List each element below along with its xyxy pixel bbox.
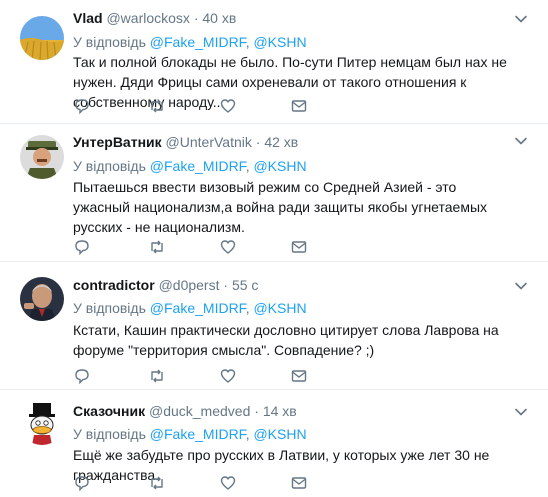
separator-dot: ·: [223, 277, 229, 293]
tweet[interactable]: УнтерВатник @UnterVatnik · 42 хв У відпо…: [0, 124, 548, 262]
mention-link[interactable]: @KSHN: [253, 426, 306, 442]
like-icon[interactable]: [219, 97, 239, 115]
timestamp[interactable]: 40 хв: [202, 10, 236, 26]
reply-prefix: У відповідь: [73, 300, 146, 316]
mention-link[interactable]: @Fake_MIDRF: [150, 158, 246, 174]
avatar[interactable]: [20, 277, 64, 321]
reply-icon[interactable]: [73, 474, 93, 492]
tweet-text: Пытаешься ввести визовый режим со Средне…: [73, 179, 488, 235]
timestamp[interactable]: 55 с: [232, 277, 258, 293]
mention-link[interactable]: @KSHN: [253, 158, 306, 174]
timestamp[interactable]: 42 хв: [264, 134, 298, 150]
retweet-icon[interactable]: [148, 97, 168, 115]
tweet-replies-feed: Vlad @warlockosx · 40 хв У відповідь @Fa…: [0, 0, 548, 497]
author-name[interactable]: Сказочник: [73, 403, 145, 419]
author-handle[interactable]: @duck_medved: [149, 403, 250, 419]
tweet[interactable]: Vlad @warlockosx · 40 хв У відповідь @Fa…: [0, 0, 548, 124]
chevron-down-icon[interactable]: [514, 279, 528, 293]
avatar[interactable]: [20, 401, 64, 445]
mention-link[interactable]: @Fake_MIDRF: [150, 34, 246, 50]
reply-icon[interactable]: [73, 367, 93, 385]
author-name[interactable]: contradictor: [73, 277, 155, 293]
reply-icon[interactable]: [73, 97, 93, 115]
author-name[interactable]: УнтерВатник: [73, 134, 162, 150]
like-icon[interactable]: [219, 474, 239, 492]
mention-link[interactable]: @KSHN: [253, 34, 306, 50]
avatar[interactable]: [20, 135, 64, 179]
direct-message-icon[interactable]: [290, 238, 310, 256]
separator-dot: ·: [254, 403, 259, 419]
retweet-icon[interactable]: [148, 238, 168, 256]
like-icon[interactable]: [219, 238, 239, 256]
mention-link[interactable]: @KSHN: [253, 300, 306, 316]
reply-context: У відповідь @Fake_MIDRF, @KSHN: [73, 300, 307, 316]
separator-dot: ·: [193, 10, 199, 26]
mention-link[interactable]: @Fake_MIDRF: [150, 426, 246, 442]
reply-prefix: У відповідь: [73, 158, 146, 174]
like-icon[interactable]: [219, 367, 239, 385]
avatar[interactable]: [20, 16, 64, 60]
reply-context: У відповідь @Fake_MIDRF, @KSHN: [73, 34, 307, 50]
reply-icon[interactable]: [73, 238, 93, 256]
author-handle[interactable]: @warlockosx: [106, 10, 189, 26]
author-handle[interactable]: @UnterVatnik: [166, 134, 252, 150]
tweet-text: Кстати, Кашин практически дословно цитир…: [73, 322, 499, 358]
separator-dot: ·: [255, 134, 261, 150]
direct-message-icon[interactable]: [290, 97, 310, 115]
author-handle[interactable]: @d0perst: [159, 277, 220, 293]
direct-message-icon[interactable]: [290, 367, 310, 385]
author-name[interactable]: Vlad: [73, 10, 103, 26]
timestamp[interactable]: 14 хв: [263, 403, 297, 419]
reply-context: У відповідь @Fake_MIDRF, @KSHN: [73, 158, 307, 174]
chevron-down-icon[interactable]: [514, 12, 528, 26]
reply-prefix: У відповідь: [73, 34, 146, 50]
tweet[interactable]: contradictor @d0perst · 55 с У відповідь…: [0, 262, 548, 390]
chevron-down-icon[interactable]: [514, 405, 528, 419]
tweet[interactable]: Сказочник @duck_medved · 14 хв У відпові…: [0, 390, 548, 497]
chevron-down-icon[interactable]: [514, 134, 528, 148]
reply-context: У відповідь @Fake_MIDRF, @KSHN: [73, 426, 307, 442]
reply-prefix: У відповідь: [73, 426, 146, 442]
retweet-icon[interactable]: [148, 474, 168, 492]
retweet-icon[interactable]: [148, 367, 168, 385]
direct-message-icon[interactable]: [290, 474, 310, 492]
mention-link[interactable]: @Fake_MIDRF: [150, 300, 246, 316]
